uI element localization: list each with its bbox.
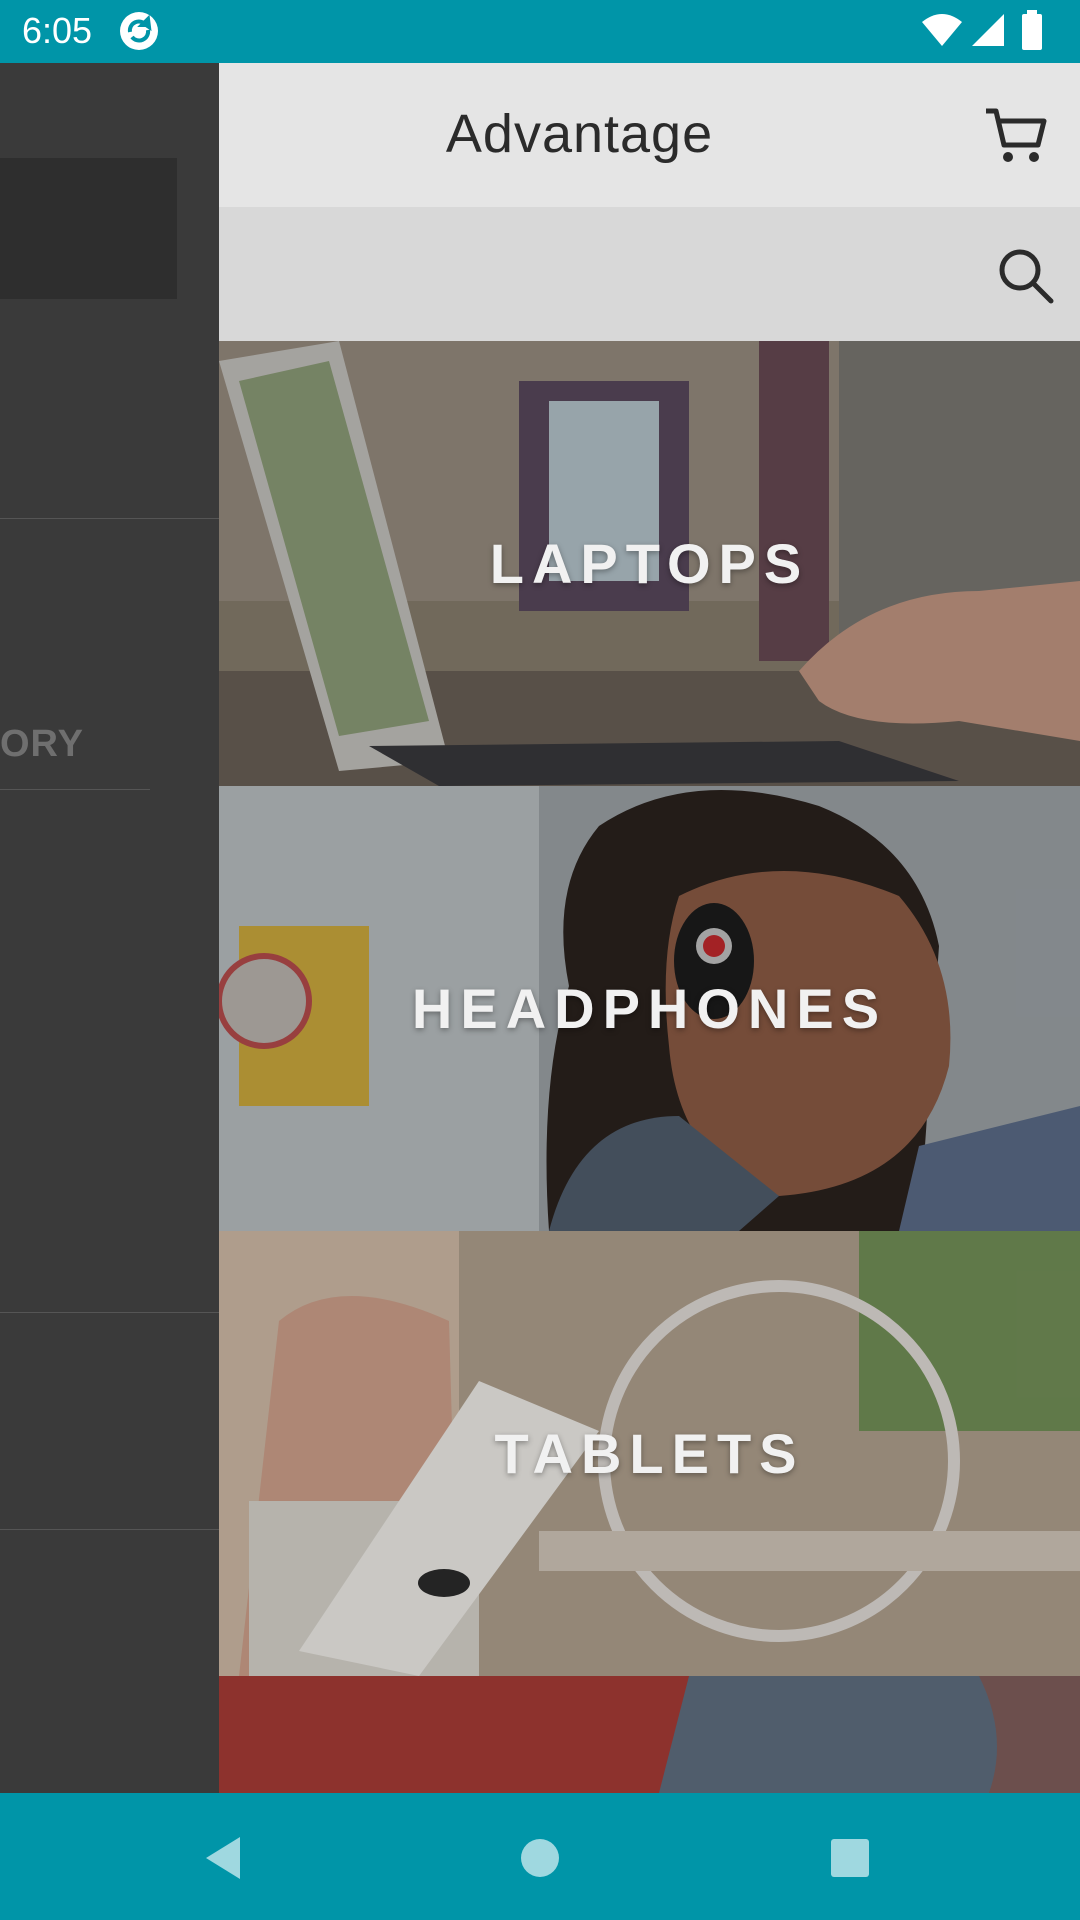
search-icon[interactable] (995, 245, 1055, 305)
category-tablets[interactable]: TABLETS (219, 1231, 1080, 1676)
toolbar: Advantage (219, 63, 1080, 207)
drawer-divider (0, 1529, 219, 1530)
drawer-header (0, 158, 177, 299)
drawer-divider (0, 1312, 219, 1313)
navigation-drawer[interactable]: ORY (0, 63, 219, 1793)
category-label: TABLETS (494, 1422, 805, 1485)
drawer-item-category[interactable]: ORY (0, 723, 84, 766)
drawer-divider (0, 789, 150, 790)
wifi-icon (922, 14, 962, 46)
category-headphones[interactable]: HEADPHONES (219, 786, 1080, 1231)
app-title: Advantage (445, 104, 714, 164)
home-icon[interactable] (505, 1823, 575, 1893)
battery-icon (1022, 10, 1042, 50)
category-label: HEADPHONES (411, 977, 888, 1040)
search-bar[interactable] (219, 207, 1080, 341)
status-bar: 6:05 (0, 0, 1080, 63)
category-label: LAPTOPS (489, 532, 810, 595)
recents-icon[interactable] (815, 1823, 885, 1893)
cart-icon[interactable] (982, 101, 1050, 169)
category-next-image (219, 1676, 1080, 1793)
main-content: Advantage LAPTOPS HEADPHONES TABLETS (219, 63, 1080, 1793)
cellular-signal-icon (972, 14, 1004, 46)
back-icon[interactable] (190, 1823, 260, 1893)
drawer-divider (0, 518, 219, 519)
app-sync-icon (120, 12, 158, 50)
category-laptops[interactable]: LAPTOPS (219, 341, 1080, 786)
status-icons (920, 10, 1060, 52)
system-nav-bar (0, 1793, 1080, 1920)
status-time: 6:05 (22, 10, 93, 51)
category-next-partial[interactable] (219, 1676, 1080, 1793)
